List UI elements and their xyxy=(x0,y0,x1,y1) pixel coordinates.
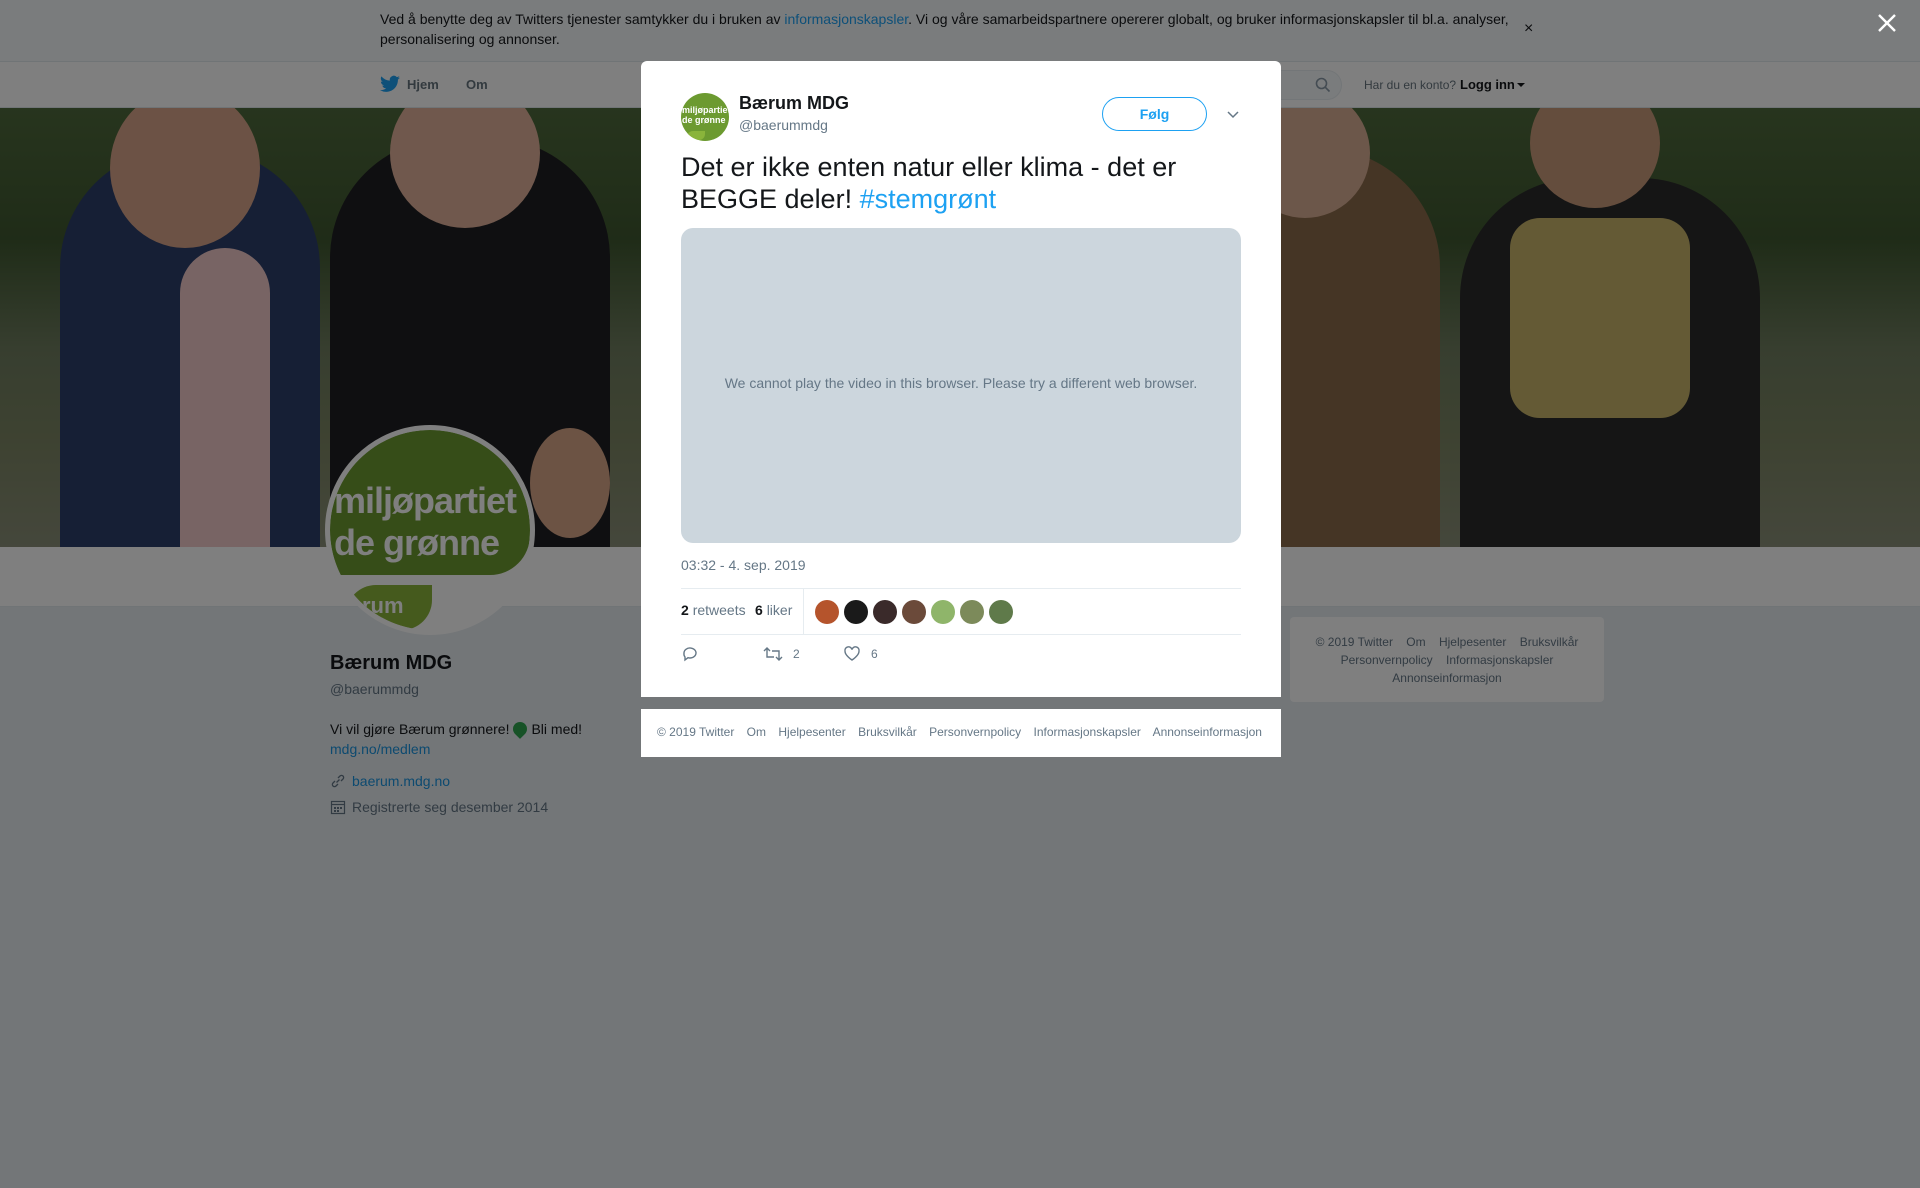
retweet-icon xyxy=(763,647,783,661)
retweets-stat[interactable]: 2 retweets xyxy=(681,602,746,618)
retweets-count: 2 xyxy=(681,602,689,618)
follow-button[interactable]: Følg xyxy=(1102,97,1207,131)
likes-count: 6 xyxy=(755,602,763,618)
modal-footer-ads-info[interactable]: Annonseinformasjon xyxy=(1153,725,1262,739)
modal-footer-cookies[interactable]: Informasjonskapsler xyxy=(1034,725,1141,739)
retweet-action-count: 2 xyxy=(793,647,800,661)
liker-avatar[interactable] xyxy=(844,600,868,624)
tweet-actions: 2 6 xyxy=(681,645,1241,675)
tweet-avatar-leaf xyxy=(687,131,705,140)
tweet-hashtag[interactable]: #stemgrønt xyxy=(860,184,997,214)
tweet-timestamp[interactable]: 03:32 - 4. sep. 2019 xyxy=(681,557,806,573)
tweet-stats: 2 retweets 6 liker xyxy=(681,588,1241,635)
likes-stat[interactable]: 6 liker xyxy=(755,602,792,618)
reply-icon xyxy=(683,647,697,662)
modal-footer-about[interactable]: Om xyxy=(747,725,766,739)
tweet-avatar-line2: de grønne xyxy=(682,115,726,125)
chevron-down-icon[interactable] xyxy=(1225,106,1241,122)
stats-divider xyxy=(803,589,804,635)
modal-footer: © 2019 Twitter Om Hjelpesenter Bruksvilk… xyxy=(641,709,1281,757)
liker-avatar[interactable] xyxy=(873,600,897,624)
tweet-avatar[interactable]: miljøpartiet de grønne xyxy=(681,93,729,141)
liker-avatar[interactable] xyxy=(902,600,926,624)
like-action-count: 6 xyxy=(871,647,878,661)
modal-footer-help[interactable]: Hjelpesenter xyxy=(778,725,845,739)
liker-avatar[interactable] xyxy=(960,600,984,624)
liker-avatar[interactable] xyxy=(815,600,839,624)
tweet-modal: miljøpartiet de grønne Bærum MDG @baerum… xyxy=(641,61,1281,697)
tweet-video[interactable]: We cannot play the video in this browser… xyxy=(681,228,1241,543)
retweet-action[interactable]: 2 xyxy=(763,645,800,663)
modal-footer-copyright: © 2019 Twitter xyxy=(657,725,735,739)
like-action[interactable]: 6 xyxy=(843,645,878,663)
tweet-avatar-text: miljøpartiet de grønne xyxy=(682,105,729,125)
liker-avatar[interactable] xyxy=(989,600,1013,624)
modal-footer-privacy[interactable]: Personvernpolicy xyxy=(929,725,1021,739)
tweet-author-name[interactable]: Bærum MDG xyxy=(739,93,849,114)
tweet-author-handle[interactable]: @baerummdg xyxy=(739,117,828,133)
liker-avatars xyxy=(815,600,1018,624)
video-error-message: We cannot play the video in this browser… xyxy=(724,375,1198,391)
retweets-label: retweets xyxy=(692,602,746,618)
tweet-avatar-line1: miljøpartiet xyxy=(682,105,729,115)
heart-icon xyxy=(844,646,860,661)
reply-action[interactable] xyxy=(681,645,709,663)
liker-avatar[interactable] xyxy=(931,600,955,624)
likes-label: liker xyxy=(766,602,793,618)
modal-footer-terms[interactable]: Bruksvilkår xyxy=(858,725,917,739)
close-icon[interactable] xyxy=(1876,12,1898,34)
tweet-text: Det er ikke enten natur eller klima - de… xyxy=(681,151,1241,215)
